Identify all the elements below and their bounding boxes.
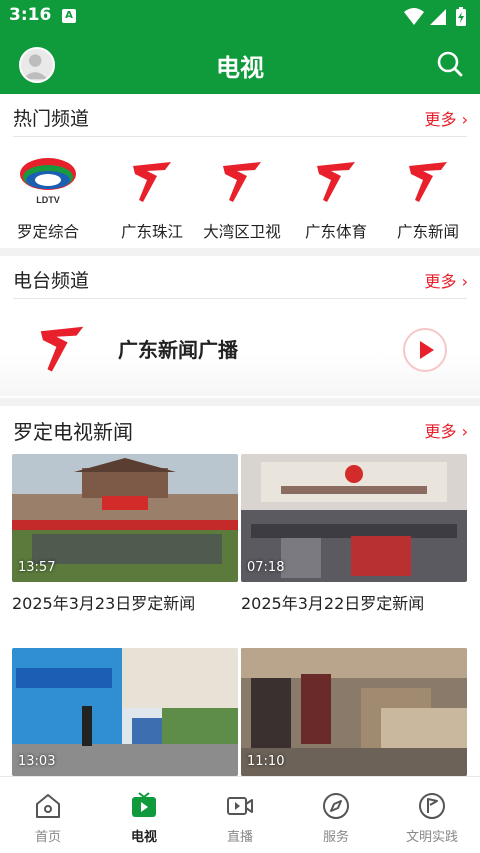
channel-name: 广东珠江 xyxy=(120,223,183,241)
gdtv-logo-icon xyxy=(40,326,84,372)
ldtv-logo-icon: LDTV xyxy=(20,158,76,205)
wifi-icon xyxy=(404,8,424,25)
video-duration: 07:18 xyxy=(247,560,285,575)
video-duration: 11:10 xyxy=(247,754,285,769)
channel-name: 罗定综合 xyxy=(16,223,79,241)
play-icon xyxy=(420,341,434,359)
news-title: 2025年3月22日罗定新闻 xyxy=(241,594,425,613)
news-thumbnail: 13:57 xyxy=(12,454,238,582)
gdtv-logo-icon xyxy=(223,162,261,202)
tab-live[interactable]: 直播 xyxy=(192,777,288,853)
tab-service[interactable]: 服务 xyxy=(288,777,384,853)
channel-name: 大湾区卫视 xyxy=(203,223,281,241)
app-bar: 电视 xyxy=(0,34,480,94)
tab-label: 直播 xyxy=(226,830,253,845)
status-time: 3:16 xyxy=(9,5,52,25)
bottom-nav: 首页 电视 直播 服务 文明实践 xyxy=(0,777,480,853)
gdtv-logo-icon xyxy=(409,162,447,202)
compass-icon xyxy=(323,793,349,819)
sim-icon: A xyxy=(62,9,76,23)
section-gap xyxy=(0,398,480,406)
tab-label: 电视 xyxy=(130,830,157,845)
section-title: 电台频道 xyxy=(13,270,90,292)
status-bar: 3:16 A xyxy=(0,0,480,34)
section-gap xyxy=(0,248,480,256)
section-title: 罗定电视新闻 xyxy=(13,420,133,444)
news-title: 2025年3月23日罗定新闻 xyxy=(12,594,196,613)
tv-news-header: 罗定电视新闻 更多 › xyxy=(0,408,480,452)
tab-label: 服务 xyxy=(322,830,349,845)
radio-name: 广东新闻广播 xyxy=(118,338,238,362)
search-icon[interactable] xyxy=(436,50,464,78)
divider xyxy=(13,136,467,137)
tv-icon xyxy=(132,792,156,817)
gdtv-logo-icon xyxy=(317,162,355,202)
news-thumbnail: 13:03 xyxy=(12,648,238,776)
news-thumbnail: 11:10 xyxy=(241,648,467,776)
channel-gd-news[interactable]: 广东新闻 xyxy=(380,150,476,245)
video-duration: 13:57 xyxy=(18,560,56,575)
signal-icon xyxy=(430,9,446,25)
channel-name: 广东体育 xyxy=(304,223,367,241)
play-button[interactable] xyxy=(403,328,447,372)
user-avatar-icon xyxy=(22,54,48,80)
divider xyxy=(13,298,467,299)
more-link[interactable]: 更多 › xyxy=(425,268,469,292)
news-thumbnail: 07:18 xyxy=(241,454,467,582)
news-card[interactable]: 13:57 2025年3月23日罗定新闻 xyxy=(12,454,238,624)
channel-luoding[interactable]: LDTV 罗定综合 xyxy=(0,150,96,245)
status-icons xyxy=(404,7,466,26)
page-title: 电视 xyxy=(216,54,264,82)
news-card[interactable]: 11:10 xyxy=(241,648,467,776)
more-link[interactable]: 更多 › xyxy=(425,418,469,442)
hot-channels-header: 热门频道 更多 › xyxy=(0,96,480,140)
channel-gba-satellite[interactable]: 大湾区卫视 xyxy=(194,150,290,245)
news-card[interactable]: 07:18 2025年3月22日罗定新闻 xyxy=(241,454,467,624)
tab-label: 文明实践 xyxy=(405,830,458,845)
flag-icon xyxy=(419,793,445,819)
tab-tv[interactable]: 电视 xyxy=(96,777,192,853)
gdtv-logo-icon xyxy=(133,162,171,202)
radio-item[interactable]: 广东新闻广播 xyxy=(0,300,480,396)
channel-gd-sports[interactable]: 广东体育 xyxy=(288,150,384,245)
channel-name: 广东新闻 xyxy=(396,223,459,241)
svg-text:LDTV: LDTV xyxy=(36,195,60,205)
channel-gd-zhujiang[interactable]: 广东珠江 xyxy=(104,150,200,245)
live-icon xyxy=(227,797,253,815)
avatar[interactable] xyxy=(19,47,55,83)
news-card[interactable]: 13:03 xyxy=(12,648,238,776)
more-link[interactable]: 更多 › xyxy=(425,106,469,130)
tab-label: 首页 xyxy=(34,830,61,845)
section-title: 热门频道 xyxy=(13,108,90,130)
video-duration: 13:03 xyxy=(18,754,56,769)
tab-home[interactable]: 首页 xyxy=(0,777,96,853)
tab-civilization[interactable]: 文明实践 xyxy=(384,777,480,853)
home-icon xyxy=(36,794,60,818)
radio-channels-header: 电台频道 更多 › xyxy=(0,258,480,302)
